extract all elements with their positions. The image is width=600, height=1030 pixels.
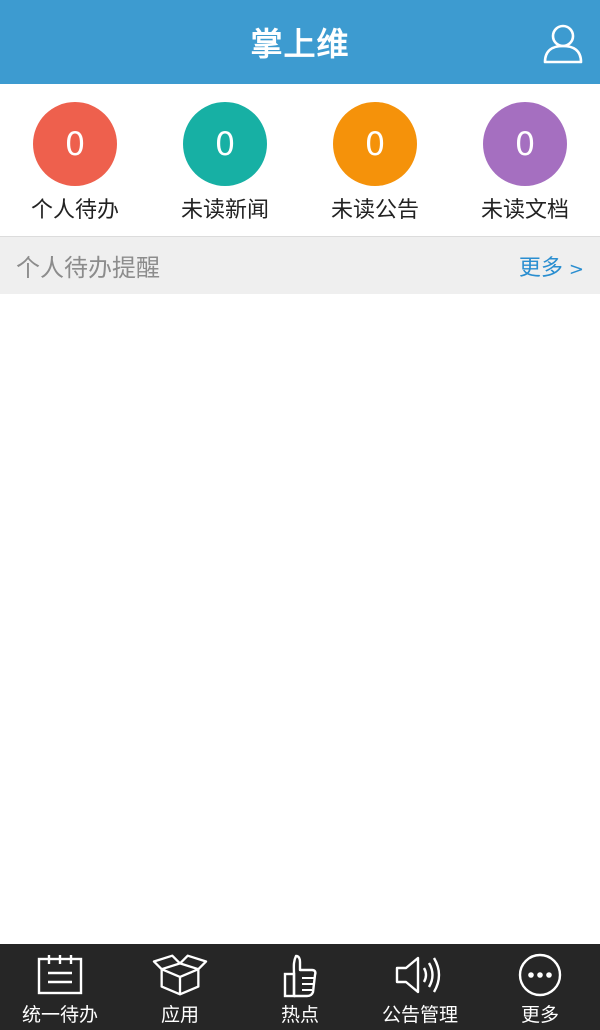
tab-label: 更多 [520, 1004, 559, 1026]
stat-label: 个人待办 [30, 198, 119, 223]
tab-label: 统一待办 [21, 1004, 98, 1026]
todo-reminder-header: 个人待办提醒 更多 > [0, 236, 600, 294]
tab-apps[interactable]: 应用 [120, 944, 240, 1030]
more-link[interactable]: 更多 > [519, 250, 584, 282]
tab-more[interactable]: 更多 [480, 944, 600, 1030]
stat-unread-notices[interactable]: 0 未读公告 [300, 84, 450, 236]
tab-label: 应用 [160, 1004, 199, 1026]
user-button[interactable] [540, 20, 586, 66]
stat-count: 0 [514, 125, 536, 163]
tab-unified-todo[interactable]: 统一待办 [0, 944, 120, 1030]
stat-label: 未读文档 [480, 198, 569, 223]
section-title: 个人待办提醒 [16, 254, 160, 282]
stat-unread-news[interactable]: 0 未读新闻 [150, 84, 300, 236]
stat-count-badge: 0 [333, 102, 417, 186]
stat-count: 0 [64, 125, 86, 163]
tab-notice-management[interactable]: 公告管理 [360, 944, 480, 1030]
thumbs-up-icon [283, 954, 317, 998]
more-icon [518, 953, 562, 997]
todo-reminder-list [0, 294, 600, 944]
stat-label: 未读公告 [330, 198, 419, 223]
stat-personal-todo[interactable]: 0 个人待办 [0, 84, 150, 236]
stat-count: 0 [364, 125, 386, 163]
bottom-tab-bar: 统一待办 应用 热点 公告管理 更多 [0, 944, 600, 1030]
stat-count-badge: 0 [483, 102, 567, 186]
stat-label: 未读新闻 [180, 198, 269, 223]
stat-count-badge: 0 [33, 102, 117, 186]
chevron-right-icon: > [568, 258, 584, 280]
speaker-icon [395, 956, 441, 994]
stat-unread-documents[interactable]: 0 未读文档 [450, 84, 600, 236]
page-title: 掌上维 [250, 25, 350, 63]
app-header: 掌上维 [0, 0, 600, 84]
calendar-icon [37, 955, 83, 995]
stat-count: 0 [214, 125, 236, 163]
stats-row: 0 个人待办 0 未读新闻 0 未读公告 0 未读文档 [0, 84, 600, 236]
tab-hot[interactable]: 热点 [240, 944, 360, 1030]
stat-count-badge: 0 [183, 102, 267, 186]
box-icon [152, 954, 208, 996]
tab-label: 热点 [280, 1004, 319, 1026]
user-icon [543, 24, 583, 64]
tab-label: 公告管理 [381, 1004, 458, 1026]
more-label: 更多 [518, 255, 563, 281]
